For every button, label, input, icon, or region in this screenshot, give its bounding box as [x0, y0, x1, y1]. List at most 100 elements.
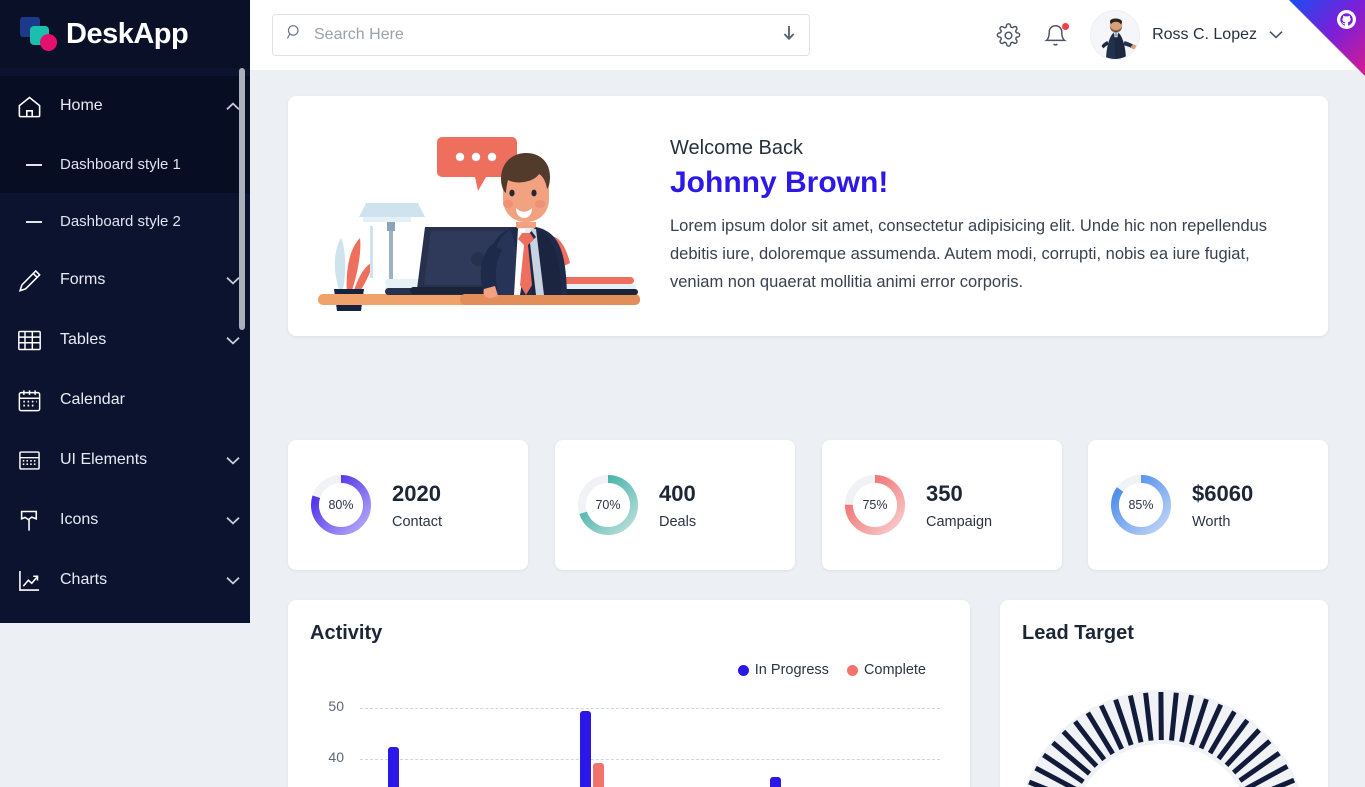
y-axis-tick: 40 — [328, 749, 344, 765]
sidebar-item-tables[interactable]: Tables — [0, 310, 250, 370]
arrow-down-icon[interactable] — [781, 23, 797, 48]
sidebar-nav: Home Dashboard style 1 Dashboard style 2… — [0, 68, 250, 623]
legend-label: In Progress — [754, 662, 829, 678]
welcome-card: Welcome Back Johnny Brown! Lorem ipsum d… — [288, 96, 1328, 336]
stat-card-deals[interactable]: 70% 400 Deals — [555, 440, 795, 570]
chevron-down-icon[interactable] — [216, 576, 250, 585]
legend-color-swatch — [737, 664, 749, 676]
bar-in-progress[interactable] — [388, 747, 399, 787]
chevron-down-icon[interactable] — [216, 336, 250, 345]
chevron-down-icon[interactable] — [1269, 26, 1283, 44]
welcome-user-name: Johnny Brown! — [670, 165, 889, 199]
legend-item-in-progress[interactable]: In Progress — [737, 662, 829, 678]
sidebar-item-label: Icons — [60, 511, 99, 528]
dash-icon — [26, 163, 42, 166]
deskapp-logo-icon — [18, 15, 60, 53]
legend-item-complete[interactable]: Complete — [846, 662, 926, 678]
stat-card-campaign[interactable]: 75% 350 Campaign — [822, 440, 1062, 570]
dash-icon — [26, 220, 42, 223]
welcome-text: Welcome Back Johnny Brown! Lorem ipsum d… — [660, 137, 1328, 296]
home-icon — [16, 93, 50, 120]
activity-bar-chart: 50 40 30 — [288, 696, 970, 787]
stat-card-contact[interactable]: 80% 2020 Contact — [288, 440, 528, 570]
businessman-at-desk-illustration — [300, 109, 660, 324]
stat-value: $6060 — [1192, 480, 1254, 506]
sidebar-item-home[interactable]: Home — [0, 76, 250, 136]
activity-title: Activity — [310, 622, 383, 644]
github-corner-link[interactable] — [1289, 0, 1365, 76]
donut-percent: 80% — [319, 483, 363, 527]
sidebar-item-label: Tables — [60, 331, 107, 348]
lead-target-card: Lead Target — [1000, 600, 1328, 787]
sidebar-item-label: Calendar — [60, 391, 125, 408]
sidebar-item-icons[interactable]: Icons — [0, 490, 250, 550]
lead-target-gauge — [1012, 685, 1312, 787]
gridline — [360, 759, 940, 760]
search-input[interactable] — [314, 26, 781, 44]
header: Ross C. Lopez — [250, 0, 1365, 76]
pencil-icon — [16, 267, 50, 294]
welcome-greeting: Welcome Back — [670, 136, 804, 159]
stat-value: 350 — [926, 480, 963, 506]
chevron-down-icon[interactable] — [216, 456, 250, 465]
paint-roller-icon — [16, 507, 50, 534]
donut-chart: 75% — [844, 474, 906, 536]
sidebar-subitem-dashboard-style-1[interactable]: Dashboard style 1 — [0, 136, 250, 193]
stat-label: Contact — [392, 513, 442, 530]
sidebar-item-label: Forms — [60, 271, 106, 288]
table-icon — [16, 327, 50, 354]
donut-chart: 85% — [1110, 474, 1172, 536]
bar-in-progress[interactable] — [770, 777, 781, 787]
stat-card-worth[interactable]: 85% $6060 Worth — [1088, 440, 1328, 570]
chevron-down-icon[interactable] — [216, 516, 250, 525]
lead-target-title: Lead Target — [1022, 622, 1134, 644]
welcome-paragraph: Lorem ipsum dolor sit amet, consectetur … — [670, 216, 1268, 291]
ui-elements-icon — [16, 447, 50, 474]
sidebar-scrollbar[interactable] — [239, 68, 245, 330]
stat-label: Campaign — [926, 513, 993, 530]
sidebar-subitem-label: Dashboard style 2 — [60, 213, 181, 230]
bar-in-progress[interactable] — [580, 711, 591, 787]
donut-percent: 85% — [1119, 483, 1163, 527]
sidebar-item-ui-elements[interactable]: UI Elements — [0, 430, 250, 490]
stat-value: 400 — [659, 480, 696, 506]
stat-label: Deals — [659, 513, 697, 530]
y-axis-tick: 50 — [328, 698, 344, 714]
sidebar-subitem-label: Dashboard style 1 — [60, 156, 181, 173]
gear-icon[interactable] — [996, 22, 1021, 48]
search-box[interactable] — [272, 14, 810, 56]
sidebar-item-calendar[interactable]: Calendar — [0, 370, 250, 430]
github-icon — [1337, 10, 1356, 29]
user-avatar — [1090, 10, 1141, 60]
donut-percent: 70% — [586, 483, 630, 527]
chart-legend: In Progress Complete — [737, 662, 926, 678]
stat-label: Worth — [1192, 513, 1231, 530]
activity-card: Activity In Progress Complete 50 40 30 — [288, 600, 970, 787]
header-actions: Ross C. Lopez — [996, 0, 1283, 70]
stat-value: 2020 — [392, 480, 441, 506]
bell-icon[interactable] — [1043, 22, 1070, 48]
sidebar-item-forms[interactable]: Forms — [0, 250, 250, 310]
legend-label: Complete — [863, 662, 926, 678]
donut-percent: 75% — [853, 483, 897, 527]
donut-chart: 70% — [577, 474, 639, 536]
user-menu[interactable]: Ross C. Lopez — [1090, 10, 1283, 60]
notification-badge — [1062, 22, 1070, 30]
gridline — [360, 708, 940, 709]
sidebar: DeskApp Home Dashboard style 1 Dashboard… — [0, 0, 250, 623]
sidebar-item-label: Charts — [60, 571, 108, 588]
main-content: Welcome Back Johnny Brown! Lorem ipsum d… — [250, 70, 1365, 787]
brand-name: DeskApp — [66, 17, 189, 50]
calendar-icon — [16, 387, 50, 414]
search-icon — [285, 23, 304, 47]
donut-chart: 80% — [310, 474, 372, 536]
legend-color-swatch — [846, 664, 858, 676]
sidebar-subitem-dashboard-style-2[interactable]: Dashboard style 2 — [0, 193, 250, 250]
user-name: Ross C. Lopez — [1152, 26, 1257, 43]
bar-complete[interactable] — [593, 763, 604, 787]
chart-line-icon — [16, 567, 50, 594]
sidebar-item-label: UI Elements — [60, 451, 148, 468]
sidebar-item-label: Home — [60, 97, 103, 114]
sidebar-item-charts[interactable]: Charts — [0, 550, 250, 610]
brand[interactable]: DeskApp — [0, 0, 250, 68]
